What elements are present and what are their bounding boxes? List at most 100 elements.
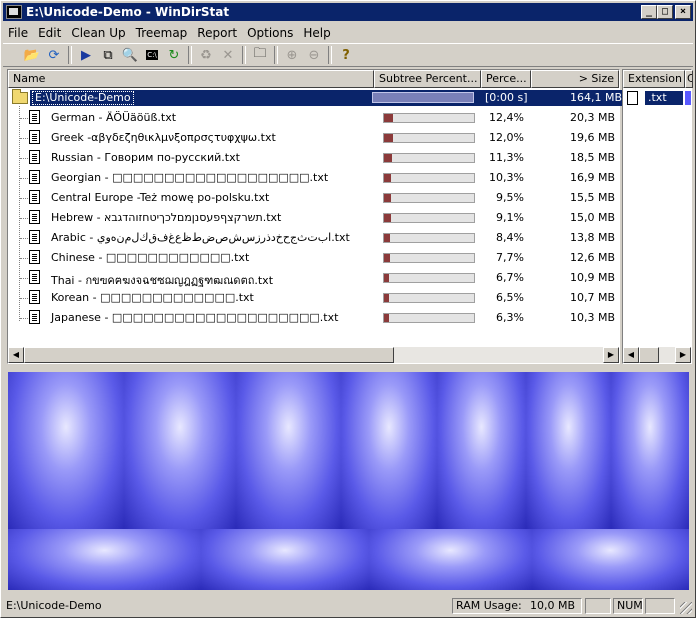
new-folder-icon[interactable]: 🗀 (249, 45, 271, 65)
subtree-percent-bar (383, 233, 475, 243)
file-row[interactable]: Chinese - □□□□□□□□□□□□.txt 7,7% 12,6 MB (8, 248, 619, 268)
file-row[interactable]: Georgian - □□□□□□□□□□□□□□□□□□□.txt 10,3% 1… (8, 168, 619, 188)
treemap-cell[interactable] (201, 529, 369, 590)
file-name: Russian - Говорим по-русский.txt (51, 151, 240, 164)
txt-file-icon (29, 270, 40, 284)
root-row[interactable]: E:\Unicode-Demo [0:00 s] 164,1 MB (8, 89, 622, 106)
file-row[interactable]: Central Europe -Też mowę po-polsku.txt 9,… (8, 188, 619, 208)
column-size[interactable]: > Size (531, 70, 619, 88)
root-time: [0:00 s] (485, 91, 528, 104)
file-percent: 9,1% (496, 211, 524, 224)
recycle-icon[interactable]: ♻ (195, 45, 217, 65)
refresh-selected-icon[interactable]: ↻ (163, 45, 185, 65)
size-grip[interactable] (680, 602, 692, 614)
subtree-percent-bar (383, 153, 475, 163)
file-percent: 7,7% (496, 251, 524, 264)
treemap-cell[interactable] (611, 372, 689, 529)
menu-report[interactable]: Report (192, 26, 242, 40)
file-size: 15,0 MB (569, 211, 615, 224)
menu-clean-up[interactable]: Clean Up (66, 26, 130, 40)
file-row[interactable]: Korean - □□□□□□□□□□□□□.txt 6,5% 10,7 MB (8, 288, 619, 308)
horizontal-scrollbar[interactable]: ◀ ▶ (8, 347, 619, 363)
menu-options[interactable]: Options (242, 26, 298, 40)
treemap-cell[interactable] (124, 372, 236, 529)
root-name: E:\Unicode-Demo (32, 91, 134, 105)
refresh-icon[interactable]: ⟳ (43, 45, 65, 65)
file-percent: 6,3% (496, 311, 524, 324)
file-name: Greek -αβγδεζηθικλμνξοπρσςτυφχψω.txt (51, 131, 276, 144)
subtree-percent-bar (383, 313, 475, 323)
root-row-selection: E:\Unicode-Demo [0:00 s] 164,1 MB (30, 90, 622, 106)
treemap[interactable] (8, 372, 689, 590)
scroll-left-button[interactable]: ◀ (8, 347, 24, 363)
treemap-cell[interactable] (341, 372, 437, 529)
treemap-cell[interactable] (532, 529, 689, 590)
help-icon[interactable]: ? (335, 45, 357, 65)
column-color[interactable]: C (685, 70, 693, 88)
command-prompt-icon[interactable]: C:\ (141, 45, 163, 65)
windirstat-app-icon[interactable] (6, 5, 22, 19)
ext-scroll-left-button[interactable]: ◀ (623, 347, 639, 363)
expand-icon[interactable]: ▶ (75, 45, 97, 65)
subtree-percent-fill (384, 154, 392, 162)
delete-icon[interactable]: ✕ (217, 45, 239, 65)
menu-edit[interactable]: Edit (33, 26, 66, 40)
txt-file-icon (29, 310, 40, 324)
maximize-button[interactable]: □ (657, 5, 673, 19)
folder-icon (12, 89, 28, 104)
txt-file-icon (29, 110, 40, 124)
file-name: Georgian - □□□□□□□□□□□□□□□□□□□.txt (51, 171, 329, 184)
close-button[interactable]: × (675, 5, 691, 19)
treemap-cell[interactable] (8, 372, 124, 529)
file-row[interactable]: German - ÄÖÜäöüß.txt 12,4% 20,3 MB (8, 108, 619, 128)
subtree-percent-fill (384, 194, 391, 202)
file-name: Arabic - ﺍﺏﺕﺙﺝﺡﺥﺩﺫﺭﺯﺱﺵﺹﺽﻁﻅﻉﻍﻑﻕﻙﻝﻡﻥﻩﻭﻱ.tx… (51, 231, 350, 244)
file-size: 16,9 MB (569, 171, 615, 184)
menu-help[interactable]: Help (298, 26, 335, 40)
treemap-cell[interactable] (437, 372, 526, 529)
ext-scroll-right-button[interactable]: ▶ (675, 347, 691, 363)
ram-usage-label: RAM Usage: (456, 599, 522, 612)
title-bar[interactable]: E:\Unicode-Demo - WinDirStat _ □ × (3, 3, 693, 21)
column-percent[interactable]: Perce... (481, 70, 531, 88)
caps-indicator (585, 598, 611, 614)
menu-treemap[interactable]: Treemap (131, 26, 193, 40)
file-percent: 9,5% (496, 191, 524, 204)
file-size: 12,6 MB (569, 251, 615, 264)
subtree-percent-fill (384, 294, 389, 302)
scroll-right-button[interactable]: ▶ (603, 347, 619, 363)
treemap-cell[interactable] (526, 372, 611, 529)
treemap-cell[interactable] (8, 529, 201, 590)
subtree-percent-bar (383, 213, 475, 223)
file-row[interactable]: Russian - Говорим по-русский.txt 11,3% 18,… (8, 148, 619, 168)
column-subtree-percent[interactable]: Subtree Percent... (374, 70, 481, 88)
file-row[interactable]: Japanese - □□□□□□□□□□□□□□□□□□□□.txt 6,3% 1… (8, 308, 619, 328)
ext-scroll-thumb[interactable] (639, 347, 659, 363)
file-size: 13,8 MB (569, 231, 615, 244)
txt-file-icon (29, 170, 40, 184)
subtree-percent-fill (384, 134, 393, 142)
column-extension[interactable]: Extension (623, 70, 685, 88)
explorer-icon[interactable]: 🔍 (119, 45, 141, 65)
file-size: 15,5 MB (569, 191, 615, 204)
scroll-thumb[interactable] (24, 347, 394, 363)
file-row[interactable]: Arabic - ﺍﺏﺕﺙﺝﺡﺥﺩﺫﺭﺯﺱﺵﺹﺽﻁﻅﻉﻍﻑﻕﻙﻝﻡﻥﻩﻭﻱ.tx… (8, 228, 619, 248)
open-icon[interactable]: 📂 (21, 45, 43, 65)
file-row[interactable]: Hebrew - תשרקצףפעסנןמםלכךיטחזוהדגבא.txt 9… (8, 208, 619, 228)
extension-horizontal-scrollbar[interactable]: ◀ ▶ (623, 347, 691, 363)
file-row[interactable]: Thai - กขฃคฅฆงจฉชซฌญฎฏฐฑฒณดตถ.txt 6,7% 10,… (8, 268, 619, 288)
subtree-percent-fill (384, 274, 389, 282)
extension-row[interactable]: .txt (627, 90, 691, 106)
treemap-cell[interactable] (369, 529, 532, 590)
file-name: Central Europe -Też mowę po-polsku.txt (51, 191, 270, 204)
subtree-percent-fill (384, 214, 391, 222)
zoom-out-icon[interactable]: ⊖ (303, 45, 325, 65)
copy-icon[interactable]: ⧉ (97, 45, 119, 65)
subtree-percent-fill (384, 174, 391, 182)
treemap-cell[interactable] (236, 372, 341, 529)
minimize-button[interactable]: _ (641, 5, 657, 19)
menu-file[interactable]: File (3, 26, 33, 40)
zoom-in-icon[interactable]: ⊕ (281, 45, 303, 65)
file-row[interactable]: Greek -αβγδεζηθικλμνξοπρσςτυφχψω.txt 12,0… (8, 128, 619, 148)
column-name[interactable]: Name (8, 70, 374, 88)
